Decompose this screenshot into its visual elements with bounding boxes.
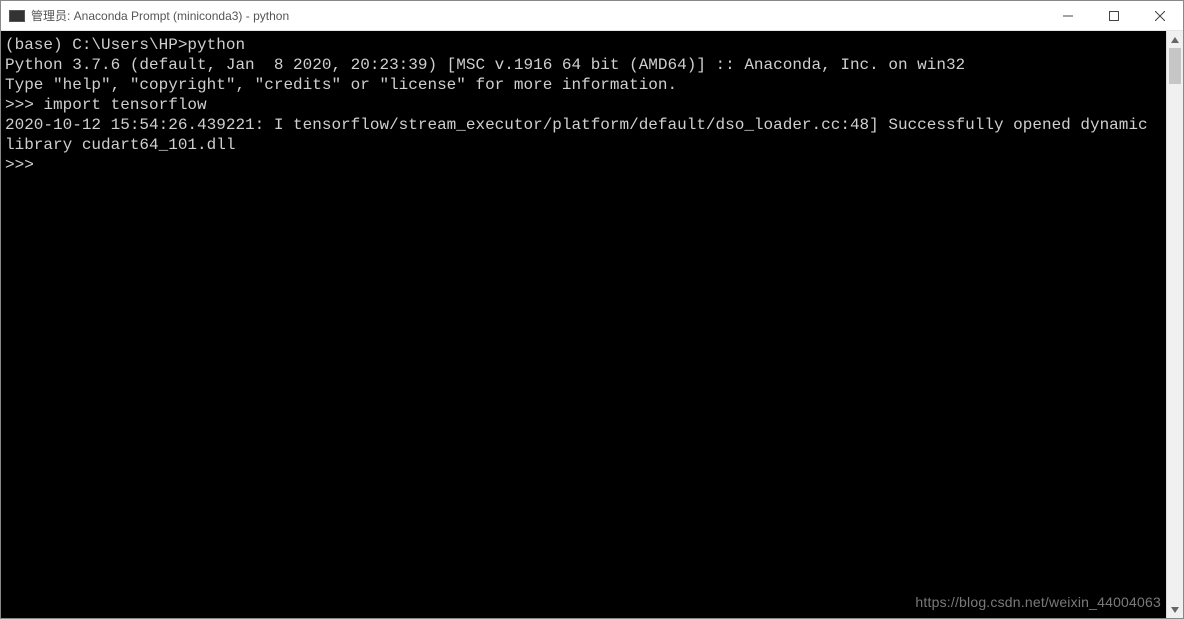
app-icon — [9, 10, 25, 22]
maximize-icon — [1109, 11, 1119, 21]
terminal-line: >>> — [5, 155, 1164, 175]
chevron-down-icon — [1171, 606, 1179, 614]
window-title: 管理员: Anaconda Prompt (miniconda3) - pyth… — [31, 7, 1045, 24]
window-frame: 管理员: Anaconda Prompt (miniconda3) - pyth… — [0, 0, 1184, 619]
terminal-line: (base) C:\Users\HP>python — [5, 35, 1164, 55]
terminal-line: 2020-10-12 15:54:26.439221: I tensorflow… — [5, 115, 1164, 155]
minimize-icon — [1063, 11, 1073, 21]
scroll-down-button[interactable] — [1167, 601, 1183, 618]
client-area: (base) C:\Users\HP>pythonPython 3.7.6 (d… — [1, 31, 1183, 618]
vertical-scrollbar[interactable] — [1166, 31, 1183, 618]
terminal-line: Type "help", "copyright", "credits" or "… — [5, 75, 1164, 95]
terminal-line: >>> import tensorflow — [5, 95, 1164, 115]
terminal-output[interactable]: (base) C:\Users\HP>pythonPython 3.7.6 (d… — [1, 31, 1166, 618]
minimize-button[interactable] — [1045, 1, 1091, 30]
chevron-up-icon — [1171, 36, 1179, 44]
terminal-line: Python 3.7.6 (default, Jan 8 2020, 20:23… — [5, 55, 1164, 75]
close-icon — [1155, 11, 1165, 21]
scrollbar-thumb[interactable] — [1169, 48, 1181, 84]
scroll-up-button[interactable] — [1167, 31, 1183, 48]
window-controls — [1045, 1, 1183, 30]
titlebar[interactable]: 管理员: Anaconda Prompt (miniconda3) - pyth… — [1, 1, 1183, 31]
close-button[interactable] — [1137, 1, 1183, 30]
maximize-button[interactable] — [1091, 1, 1137, 30]
scrollbar-track[interactable] — [1167, 48, 1183, 601]
